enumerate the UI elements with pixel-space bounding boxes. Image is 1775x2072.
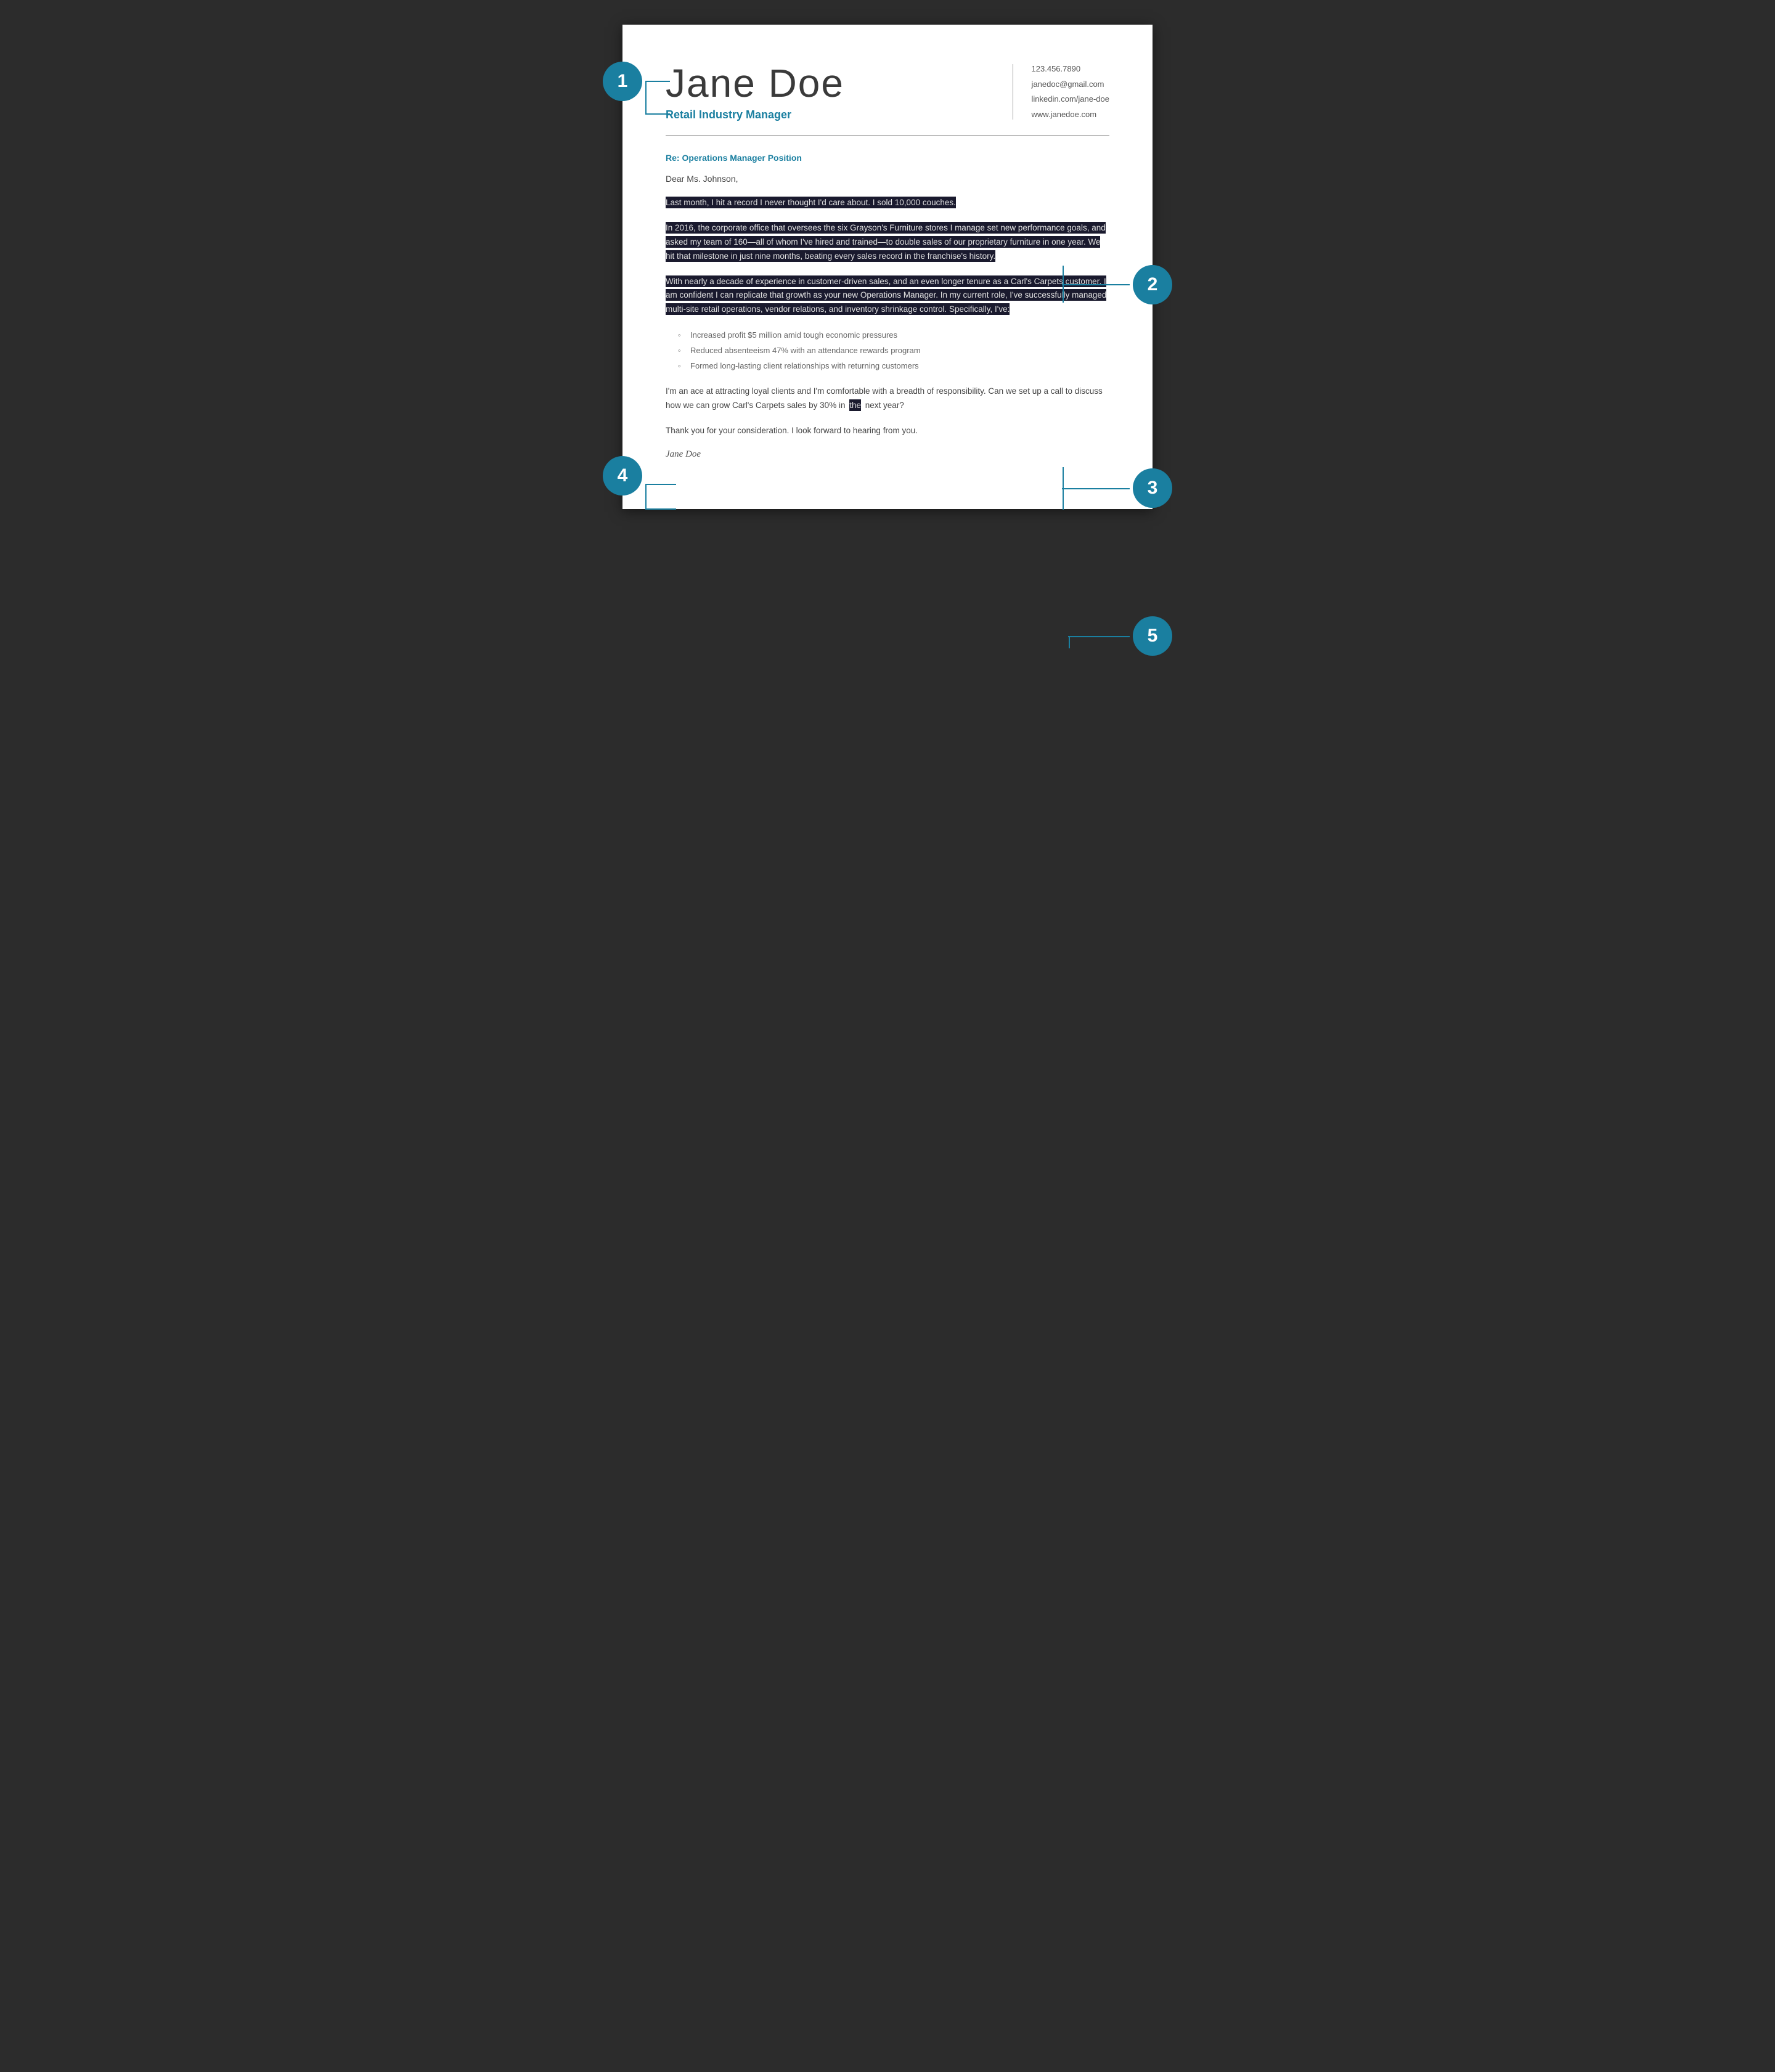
paragraph-4-post: next year?: [865, 401, 904, 410]
paragraph-2: In 2016, the corporate office that overs…: [666, 221, 1109, 264]
annotation-line-5v: [1069, 636, 1070, 648]
subject-line: Re: Operations Manager Position: [666, 153, 1109, 163]
annotation-line-1v: [645, 81, 647, 115]
section-divider: [666, 135, 1109, 136]
annotation-badge-3: 3: [1133, 468, 1172, 508]
bullet-item-2: Reduced absenteeism 47% with an attendan…: [690, 343, 1109, 359]
header-section: Jane Doe Retail Industry Manager 123.456…: [666, 62, 1109, 123]
annotation-line-5h: [1068, 636, 1130, 637]
annotation-line-3h: [1062, 488, 1130, 489]
contact-info: 123.456.7890 janedoc@gmail.com linkedin.…: [1032, 62, 1109, 123]
header-left: Jane Doe Retail Industry Manager: [666, 62, 994, 121]
annotation-line-2v-bot: [1063, 284, 1064, 303]
bullet-list: Increased profit $5 million amid tough e…: [666, 328, 1109, 373]
bullet-item-3: Formed long-lasting client relationships…: [690, 359, 1109, 374]
paragraph-3-text: With nearly a decade of experience in cu…: [666, 275, 1106, 316]
document-body: Jane Doe Retail Industry Manager 123.456…: [622, 25, 1153, 509]
phone: 123.456.7890: [1032, 62, 1109, 77]
annotation-line-3v-bot: [1063, 488, 1064, 510]
paragraph-4: I'm an ace at attracting loyal clients a…: [666, 385, 1109, 413]
paragraph-2-text: In 2016, the corporate office that overs…: [666, 222, 1106, 262]
annotation-badge-2: 2: [1133, 265, 1172, 304]
page-wrapper: 1 2 3 4 5 Jane Doe Retail Industry Manag…: [622, 25, 1153, 509]
bullet-item-1: Increased profit $5 million amid tough e…: [690, 328, 1109, 343]
paragraph-1: Last month, I hit a record I never thoug…: [666, 196, 1109, 210]
annotation-line-2v-top: [1063, 266, 1064, 284]
annotation-badge-5: 5: [1133, 616, 1172, 656]
signature: Jane Doe: [666, 449, 1109, 460]
paragraph-4-highlight: the: [849, 399, 861, 411]
annotation-line-4h2: [645, 484, 676, 485]
website: www.janedoe.com: [1032, 107, 1109, 123]
paragraph-3: With nearly a decade of experience in cu…: [666, 275, 1109, 317]
email: janedoc@gmail.com: [1032, 77, 1109, 92]
annotation-line-1h: [645, 81, 670, 82]
paragraph-1-text: Last month, I hit a record I never thoug…: [666, 197, 956, 208]
annotation-line-2h: [1062, 284, 1130, 285]
applicant-name: Jane Doe: [666, 62, 994, 105]
annotation-line-1h2: [645, 113, 670, 115]
paragraph-5: Thank you for your consideration. I look…: [666, 424, 1109, 438]
annotation-line-4v: [645, 484, 647, 508]
salutation: Dear Ms. Johnson,: [666, 174, 1109, 184]
annotation-badge-4: 4: [603, 456, 642, 496]
annotation-badge-1: 1: [603, 62, 642, 101]
annotation-line-4h: [645, 508, 676, 510]
annotation-line-3v-top: [1063, 467, 1064, 489]
job-title: Retail Industry Manager: [666, 108, 994, 121]
linkedin: linkedin.com/jane-doe: [1032, 92, 1109, 107]
